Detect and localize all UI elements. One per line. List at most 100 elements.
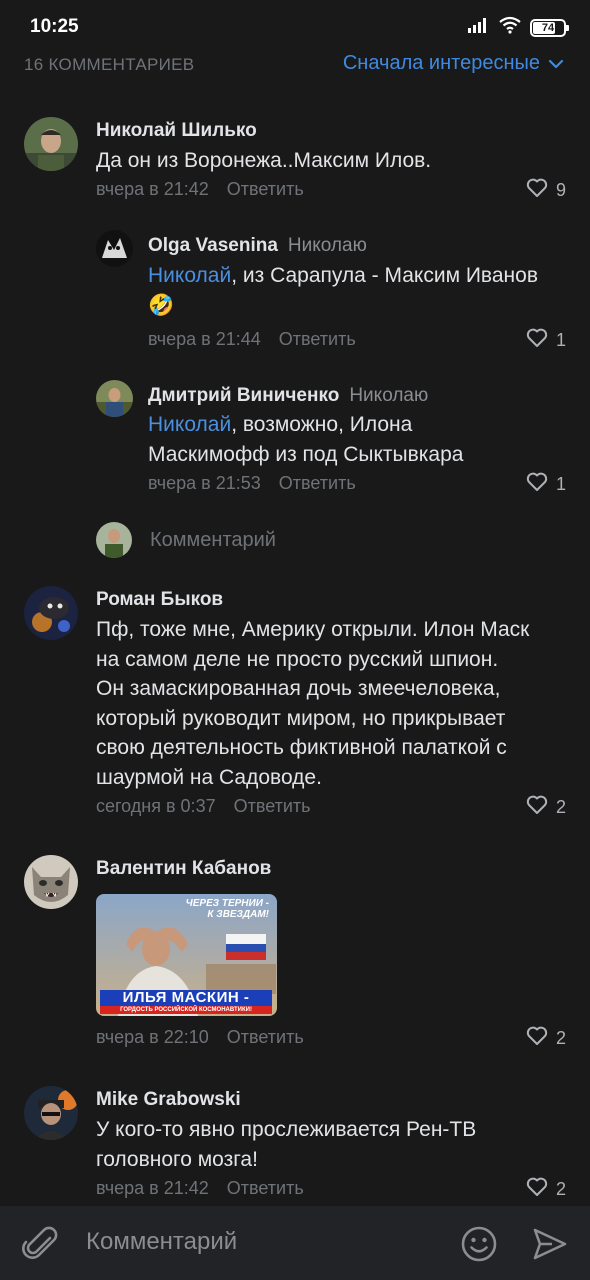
comment-line: головного мозга! — [96, 1147, 258, 1171]
image-caption-top: ЧЕРЕЗ ТЕРНИИ - К ЗВЕЗДАМ! — [186, 898, 269, 920]
comment-meta: сегодня в 0:37 Ответить — [96, 796, 311, 817]
like-button[interactable]: 9 — [526, 178, 566, 203]
inline-comment-placeholder[interactable]: Комментарий — [150, 529, 276, 552]
comment-line: свою деятельность фиктивной палаткой с — [96, 736, 507, 759]
comment-text: У кого-то явно прослеживается Рен-ТВ гол… — [96, 1115, 576, 1174]
comment-meta: вчера в 21:44 Ответить — [148, 329, 356, 350]
comment-meta: вчера в 21:42 Ответить — [96, 1178, 304, 1199]
status-bar: 10:25 74 — [0, 0, 590, 52]
comment-time: вчера в 21:53 — [148, 473, 261, 493]
like-button[interactable]: 1 — [526, 328, 566, 353]
sort-label: Сначала интересные — [342, 52, 540, 74]
comment-time: вчера в 22:10 — [96, 1027, 209, 1047]
heart-icon — [526, 1177, 548, 1202]
comment-time: вчера в 21:44 — [148, 329, 261, 349]
comment-image[interactable]: ЧЕРЕЗ ТЕРНИИ - К ЗВЕЗДАМ! ИЛЬЯ МАСКИН - … — [96, 894, 277, 1016]
image-caption-top-line: К ЗВЕЗДАМ! — [207, 909, 269, 920]
like-button[interactable]: 2 — [526, 1026, 566, 1051]
chevron-down-icon — [548, 52, 564, 75]
reply-button[interactable]: Ответить — [227, 1027, 304, 1048]
author-line: Валентин Кабанов — [96, 858, 271, 880]
reply-to: Николаю — [349, 385, 429, 406]
comment-line: который руководит миром, но прикрывает — [96, 706, 506, 730]
mention-link[interactable]: Николай — [148, 264, 231, 287]
emoji-icon[interactable] — [460, 1225, 498, 1268]
attach-icon[interactable] — [22, 1224, 60, 1269]
comment-input[interactable]: Комментарий — [86, 1228, 237, 1256]
author-name[interactable]: Mike Grabowski — [96, 1089, 241, 1111]
comment-meta: вчера в 21:53 Ответить — [148, 473, 356, 494]
like-count: 9 — [555, 180, 566, 200]
heart-icon — [526, 178, 548, 203]
inline-comment-composer[interactable]: Комментарий — [96, 522, 276, 558]
battery-level: 74 — [541, 21, 555, 34]
like-count: 2 — [555, 797, 566, 817]
status-icons: 74 — [468, 16, 569, 39]
avatar[interactable] — [96, 230, 133, 267]
comments-count: 16 КОММЕНТАРИЕВ — [24, 55, 195, 74]
avatar[interactable] — [24, 117, 78, 171]
comment-line: шаурмой на Садоводе. — [96, 765, 322, 789]
comment-composer-bar: Комментарий — [0, 1206, 590, 1280]
send-icon[interactable] — [532, 1227, 568, 1266]
comment-line: У кого-то явно прослеживается Рен-ТВ — [96, 1118, 477, 1141]
wifi-icon — [498, 16, 522, 39]
comment-meta: вчера в 22:10 Ответить — [96, 1027, 304, 1048]
image-caption-top-line: ЧЕРЕЗ ТЕРНИИ - — [185, 898, 269, 909]
author-line: Николай Шилько — [96, 120, 257, 142]
author-line: Дмитрий Виниченко Николаю — [148, 385, 428, 407]
author-name[interactable]: Дмитрий Виниченко — [148, 385, 339, 407]
comments-header: 16 КОММЕНТАРИЕВ Сначала интересные — [0, 52, 590, 82]
author-line: Mike Grabowski — [96, 1089, 241, 1111]
comment-text-line1: , возможно, Илона — [231, 413, 413, 436]
sort-dropdown[interactable]: Сначала интересные — [343, 52, 564, 75]
heart-icon — [526, 795, 548, 820]
reply-button[interactable]: Ответить — [227, 179, 304, 200]
reply-button[interactable]: Ответить — [279, 329, 356, 350]
heart-icon — [526, 472, 548, 497]
image-caption-main: ИЛЬЯ МАСКИН - — [100, 990, 272, 1006]
author-name[interactable]: Olga Vasenina — [148, 235, 278, 257]
avatar[interactable] — [24, 586, 78, 640]
emoji-rofl: 🤣 — [148, 293, 175, 317]
comment-line: Пф, тоже мне, Америку открыли. Илон Маск — [96, 618, 530, 641]
like-button[interactable]: 2 — [526, 795, 566, 820]
image-caption-sub: ГОРДОСТЬ РОССИЙСКОЙ КОСМОНАВТИКИ! — [100, 1006, 272, 1014]
avatar — [96, 522, 132, 558]
author-line: Olga Vasenina Николаю — [148, 235, 367, 257]
avatar[interactable] — [24, 855, 78, 909]
avatar[interactable] — [96, 380, 133, 417]
reply-button[interactable]: Ответить — [234, 796, 311, 817]
status-time: 10:25 — [30, 16, 79, 37]
author-name[interactable]: Николай Шилько — [96, 120, 257, 142]
comment-meta: вчера в 21:42 Ответить — [96, 179, 304, 200]
comment-text: Николай, из Сарапула - Максим Иванов 🤣 — [148, 261, 578, 320]
comment-text: Пф, тоже мне, Америку открыли. Илон Маск… — [96, 615, 576, 792]
reply-to: Николаю — [287, 235, 367, 256]
comment-time: вчера в 21:42 — [96, 179, 209, 199]
comment-text-line2: Маскимофф из под Сыктывкара — [148, 442, 464, 466]
author-name[interactable]: Валентин Кабанов — [96, 858, 271, 880]
heart-icon — [526, 328, 548, 353]
like-count: 2 — [555, 1179, 566, 1199]
heart-icon — [526, 1026, 548, 1051]
like-count: 1 — [555, 474, 566, 494]
like-count: 2 — [555, 1028, 566, 1048]
comment-time: сегодня в 0:37 — [96, 796, 216, 816]
signal-icon — [468, 17, 490, 38]
battery-icon: 74 — [530, 18, 569, 37]
like-button[interactable]: 2 — [526, 1177, 566, 1202]
comment-text: Да он из Воронежа..Максим Илов. — [96, 149, 432, 172]
like-button[interactable]: 1 — [526, 472, 566, 497]
comment-text-rest: , из Сарапула - Максим Иванов — [231, 264, 538, 287]
comment-line: Он замаскированная дочь змеечеловека, — [96, 677, 501, 700]
avatar[interactable] — [24, 1086, 78, 1140]
comment-text: Николай, возможно, Илона Маскимофф из по… — [148, 410, 578, 469]
mention-link[interactable]: Николай — [148, 413, 231, 436]
comment-line: на самом деле не просто русский шпион. — [96, 647, 499, 671]
author-name[interactable]: Роман Быков — [96, 589, 223, 611]
like-count: 1 — [555, 330, 566, 350]
author-line: Роман Быков — [96, 589, 223, 611]
reply-button[interactable]: Ответить — [227, 1178, 304, 1199]
reply-button[interactable]: Ответить — [279, 473, 356, 494]
